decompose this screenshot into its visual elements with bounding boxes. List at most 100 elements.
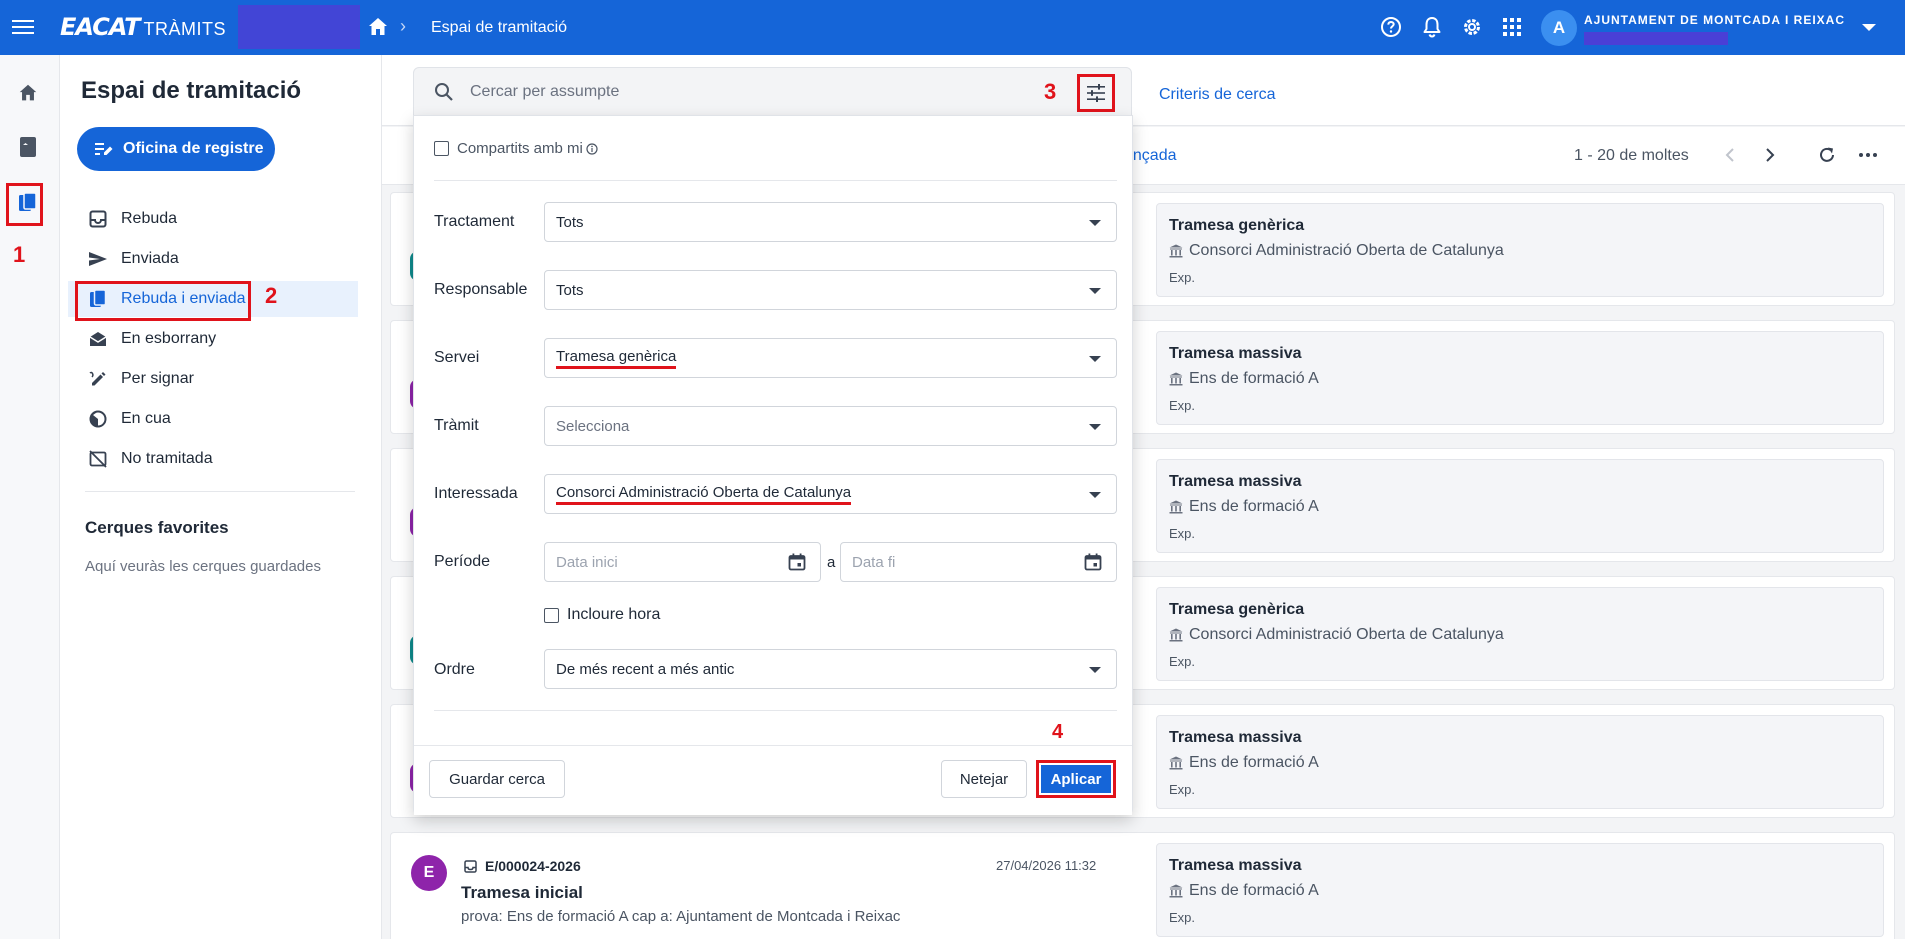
- more-options-icon[interactable]: [1856, 143, 1880, 167]
- calendar-icon[interactable]: [1084, 553, 1102, 571]
- pagination-range: 1 - 20 de moltes: [1574, 147, 1689, 164]
- refresh-icon[interactable]: [1815, 143, 1839, 167]
- app-logo[interactable]: EACAT TRÀMITS: [60, 13, 226, 41]
- dropdown-arrow-icon: [1089, 424, 1101, 430]
- send-icon: [88, 249, 108, 269]
- item-id: E/000024-2026: [485, 858, 581, 874]
- sidebar-item-en-esborrany[interactable]: En esborrany: [68, 321, 358, 357]
- avatar: E: [411, 855, 447, 891]
- office-register-button[interactable]: Oficina de registre: [77, 127, 275, 171]
- card-service-box: Tramesa massiva Ens de formació A Exp.: [1156, 459, 1884, 553]
- redacted-user-bar: [1584, 32, 1728, 45]
- item-date: 27/04/2026 11:32: [996, 858, 1097, 873]
- card-service-box: Tramesa massiva Ens de formació A Exp.: [1156, 715, 1884, 809]
- clock-half-icon: [88, 409, 108, 429]
- save-search-button[interactable]: Guardar cerca: [429, 760, 565, 798]
- tramit-label: Tràmit: [434, 417, 479, 434]
- home-icon[interactable]: [366, 15, 390, 39]
- panel-divider: [434, 710, 1117, 711]
- annotation-number-2: 2: [265, 283, 278, 308]
- panel-divider: [434, 180, 1117, 181]
- annotation-number-3: 3: [1044, 79, 1057, 104]
- menu-icon[interactable]: [12, 16, 34, 38]
- breadcrumb-chevron-icon: ›: [400, 16, 406, 36]
- annotation-number-1: 1: [13, 242, 26, 267]
- institution-icon: [1169, 756, 1183, 770]
- signature-icon: [88, 369, 108, 389]
- organization-name[interactable]: AJUNTAMENT DE MONTCADA I REIXAC: [1584, 13, 1845, 27]
- tune-sliders-icon: [1087, 84, 1105, 102]
- sidebar-item-en-cua[interactable]: En cua: [68, 401, 358, 437]
- edit-list-icon: [95, 143, 113, 155]
- chevron-down-icon[interactable]: [1862, 24, 1876, 31]
- sidebar-item-no-tramitada[interactable]: No tramitada: [68, 441, 358, 477]
- rail-home-icon[interactable]: [14, 79, 42, 107]
- periode-label: Període: [434, 553, 491, 570]
- sidebar-item-per-signar[interactable]: Per signar: [68, 361, 358, 397]
- rail-documents-icon[interactable]: [14, 189, 42, 217]
- institution-icon: [1169, 244, 1183, 258]
- card-service-box: Tramesa genèrica Consorci Administració …: [1156, 203, 1884, 297]
- draft-mail-icon: [88, 329, 108, 349]
- card-service-box: Tramesa massiva Ens de formació A Exp.: [1156, 843, 1884, 937]
- info-icon: [586, 142, 598, 155]
- interessada-select[interactable]: Consorci Administració Oberta de Catalun…: [544, 474, 1117, 514]
- calendar-icon[interactable]: [788, 553, 806, 571]
- dropdown-arrow-icon: [1089, 667, 1101, 673]
- gear-icon[interactable]: [1459, 14, 1485, 40]
- tramit-select[interactable]: Selecciona: [544, 406, 1117, 446]
- filter-toggle-button[interactable]: [1077, 74, 1115, 112]
- inbox-icon: [88, 209, 108, 229]
- dropdown-arrow-icon: [1089, 220, 1101, 226]
- start-date-field[interactable]: Data inici: [544, 542, 821, 582]
- dropdown-arrow-icon: [1089, 288, 1101, 294]
- shared-with-me-checkbox[interactable]: Compartits amb mi: [434, 140, 598, 157]
- responsable-select[interactable]: Tots: [544, 270, 1117, 310]
- sidebar-divider: [85, 491, 355, 492]
- bell-icon[interactable]: [1419, 14, 1445, 40]
- sidebar-title: Espai de tramitació: [81, 77, 302, 104]
- end-date-field[interactable]: Data fi: [840, 542, 1117, 582]
- interessada-label: Interessada: [434, 485, 518, 502]
- responsable-label: Responsable: [434, 281, 528, 298]
- dropdown-arrow-icon: [1089, 492, 1101, 498]
- ordre-label: Ordre: [434, 661, 475, 678]
- top-bar: EACAT TRÀMITS › Espai de tramitació A AJ…: [0, 0, 1905, 55]
- card-service-box: Tramesa genèrica Consorci Administració …: [1156, 587, 1884, 681]
- search-input[interactable]: [470, 80, 1030, 104]
- institution-icon: [1169, 884, 1183, 898]
- favorites-empty-text: Aquí veuràs les cerques guardades: [85, 558, 321, 575]
- institution-icon: [1169, 628, 1183, 642]
- sidebar: Espai de tramitació Oficina de registre …: [60, 55, 382, 939]
- list-item[interactable]: E E/000024-2026 27/04/2026 11:32 Tramesa…: [390, 832, 1895, 939]
- clear-button[interactable]: Netejar: [941, 760, 1027, 798]
- panel-footer: Guardar cerca Netejar Aplicar: [414, 745, 1132, 815]
- user-avatar[interactable]: A: [1541, 10, 1577, 46]
- sidebar-item-rebuda[interactable]: Rebuda: [68, 201, 358, 237]
- annotation-number-4: 4: [1052, 721, 1064, 743]
- apps-grid-icon[interactable]: [1499, 14, 1525, 40]
- redacted-box: [238, 5, 360, 49]
- institution-icon: [1169, 372, 1183, 386]
- no-process-icon: [88, 449, 108, 469]
- rail-book-icon[interactable]: [14, 133, 42, 161]
- help-icon[interactable]: [1378, 14, 1404, 40]
- annotation-box-2: [75, 281, 251, 321]
- search-icon: [435, 83, 453, 101]
- dropdown-arrow-icon: [1089, 356, 1101, 362]
- tractament-select[interactable]: Tots: [544, 202, 1117, 242]
- servei-select[interactable]: Tramesa genèrica: [544, 338, 1117, 378]
- include-time-checkbox[interactable]: Incloure hora: [544, 606, 660, 624]
- prev-page-icon[interactable]: [1718, 143, 1742, 167]
- breadcrumb[interactable]: Espai de tramitació: [431, 19, 567, 37]
- sidebar-item-enviada[interactable]: Enviada: [68, 241, 358, 277]
- tractament-label: Tractament: [434, 213, 515, 230]
- institution-icon: [1169, 500, 1183, 514]
- search-criteria-link[interactable]: Criteris de cerca: [1159, 86, 1275, 104]
- item-description: prova: Ens de formació A cap a: Ajuntame…: [461, 908, 901, 925]
- date-separator: a: [827, 554, 836, 571]
- servei-label: Servei: [434, 349, 480, 366]
- ordre-select[interactable]: De més recent a més antic: [544, 649, 1117, 689]
- next-page-icon[interactable]: [1758, 143, 1782, 167]
- apply-button[interactable]: Aplicar: [1036, 760, 1116, 798]
